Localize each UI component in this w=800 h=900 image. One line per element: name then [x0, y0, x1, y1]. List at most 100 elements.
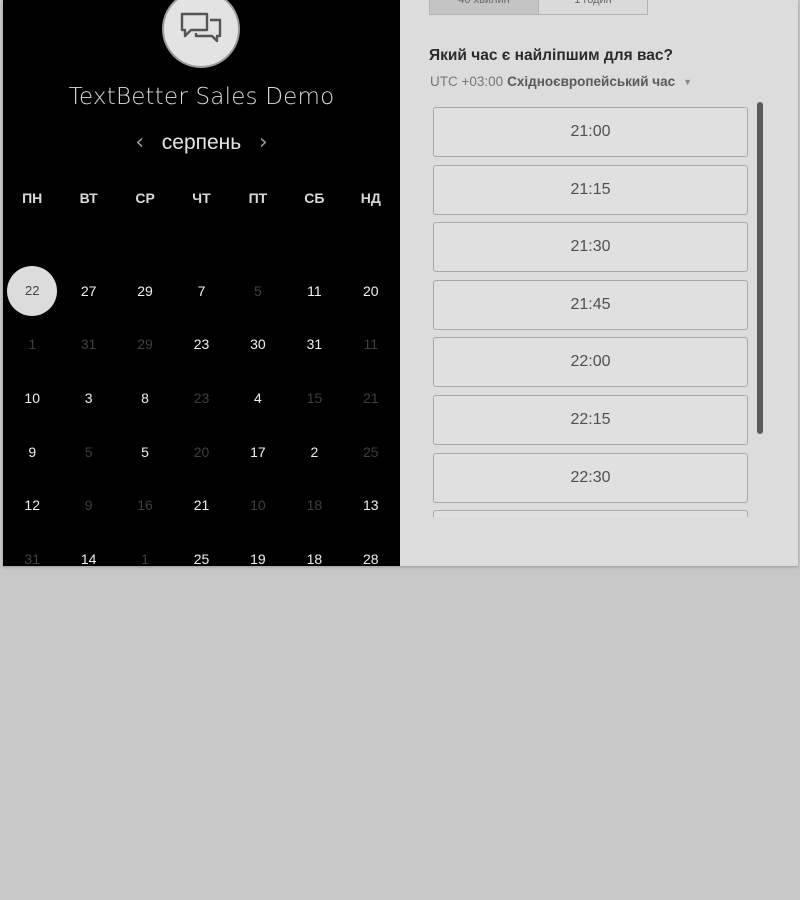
chevron-left-icon[interactable]: ‹: [132, 128, 148, 158]
calendar-day: 1: [117, 532, 173, 566]
calendar-day[interactable]: 20: [343, 264, 399, 318]
time-slot-scrollbar[interactable]: [757, 102, 763, 434]
timezone-selector[interactable]: UTC +03:00 Східноєвропейський час ▼: [430, 74, 692, 89]
time-slot[interactable]: 21:15: [433, 164, 748, 215]
calendar-day-label: 21: [362, 389, 379, 406]
chat-bubbles-icon: [180, 12, 222, 43]
calendar-day-label: 1: [28, 336, 37, 353]
calendar-day[interactable]: 23: [173, 318, 229, 372]
calendar-day: 16: [117, 478, 173, 532]
event-title: TextBetter Sales Demo: [68, 84, 335, 110]
calendar-day[interactable]: 30: [230, 318, 286, 372]
timezone-name: Східноєвропейський час: [507, 74, 676, 89]
calendar-day[interactable]: 8: [117, 371, 173, 425]
duration-tabs: 40 хвилин 1 годин: [429, 0, 648, 15]
calendar-day: 18: [286, 478, 342, 532]
calendar-day-label: 13: [362, 497, 379, 514]
calendar-day[interactable]: 4: [230, 371, 286, 425]
calendar-day-label: 25: [193, 550, 210, 566]
calendar-day-label: 18: [306, 497, 323, 514]
calendar-day-label: 3: [84, 389, 93, 406]
calendar-day-label: 22: [7, 265, 58, 316]
calendar-day-label: 1: [141, 550, 149, 566]
time-slot[interactable]: 22:00: [433, 337, 748, 388]
time-panel: 40 хвилин 1 годин Який час є найліпшим д…: [400, 0, 798, 566]
calendar-day: 21: [343, 371, 399, 425]
timezone-offset: UTC +03:00: [430, 74, 504, 89]
calendar-day[interactable]: 12: [4, 478, 60, 532]
calendar-day: 29: [117, 318, 173, 372]
calendar-day-label: 19: [250, 550, 266, 566]
weekday-label: ЧТ: [192, 190, 211, 206]
calendar-day[interactable]: 10: [4, 371, 60, 425]
calendar-day-label: 10: [24, 389, 40, 406]
calendar-day-label: 4: [254, 389, 262, 406]
calendar-day-label: 9: [84, 497, 93, 514]
calendar-day-label: 16: [137, 497, 153, 514]
calendar-day[interactable]: 31: [286, 318, 342, 372]
calendar-day[interactable]: 13: [343, 478, 399, 532]
calendar-day-label: 29: [137, 336, 153, 353]
calendar-day[interactable]: 14: [60, 532, 116, 566]
calendar-day-label: 11: [307, 282, 322, 299]
calendar-day: 25: [343, 425, 399, 479]
weekday-header: ПН ВТ СР ЧТ ПТ СБ НД: [3, 188, 400, 208]
calendar-day[interactable]: 2: [286, 425, 342, 479]
calendar-day-label: 10: [250, 497, 266, 514]
calendar-day-label: 20: [362, 282, 379, 299]
time-slot[interactable]: 21:00: [433, 107, 748, 157]
calendar-day: 5: [230, 264, 286, 318]
time-slot[interactable]: 21:45: [433, 279, 748, 330]
calendar-day-label: 7: [197, 282, 206, 299]
calendar-day: 1: [4, 318, 60, 372]
time-slot[interactable]: [433, 510, 748, 517]
weekday-label: ПТ: [248, 190, 268, 206]
duration-tab-1hour[interactable]: 1 годин: [539, 0, 648, 15]
calendar-day-label: 9: [28, 443, 37, 460]
chevron-right-icon[interactable]: ›: [255, 128, 271, 158]
calendar-panel: TextBetter Sales Demo ‹ серпень › ПН ВТ …: [3, 0, 400, 566]
calendar-day-label: 5: [84, 443, 93, 460]
booking-widget: TextBetter Sales Demo ‹ серпень › ПН ВТ …: [3, 0, 798, 566]
calendar-day-selected[interactable]: 22: [4, 264, 60, 318]
calendar-day[interactable]: 28: [343, 532, 399, 566]
calendar-day[interactable]: 17: [230, 425, 286, 479]
calendar-day: 20: [173, 425, 229, 479]
calendar-day[interactable]: 11: [286, 264, 342, 318]
calendar-day[interactable]: 21: [173, 478, 229, 532]
calendar-day[interactable]: 25: [173, 532, 229, 566]
calendar-day-label: 31: [24, 550, 40, 566]
calendar-day[interactable]: 7: [173, 264, 229, 318]
calendar-day[interactable]: 19: [230, 532, 286, 566]
calendar-day[interactable]: 18: [286, 532, 342, 566]
weekday-label: ПН: [22, 190, 43, 206]
calendar-day[interactable]: 5: [117, 425, 173, 479]
calendar-day-label: 31: [80, 336, 97, 353]
weekday-label: СБ: [304, 190, 325, 206]
duration-tab-40min[interactable]: 40 хвилин: [429, 0, 539, 15]
calendar-day-label: 14: [80, 550, 97, 566]
calendar-day-label: 23: [193, 389, 210, 406]
time-slot[interactable]: 22:30: [433, 452, 748, 503]
calendar-day-label: 8: [141, 389, 149, 406]
calendar-day-label: 15: [306, 389, 323, 406]
calendar-day[interactable]: 29: [117, 264, 173, 318]
weekday-label: ВТ: [79, 190, 98, 206]
time-slot[interactable]: 22:15: [433, 394, 748, 445]
calendar-day-label: 23: [193, 336, 210, 353]
weekday-label: НД: [360, 190, 381, 206]
calendar-day: 9: [60, 478, 116, 532]
calendar-day: 5: [60, 425, 116, 479]
calendar-day-label: 2: [310, 443, 319, 460]
calendar-day: 15: [286, 371, 342, 425]
time-slot[interactable]: 21:30: [433, 222, 748, 273]
calendar-day-label: 31: [306, 336, 323, 353]
calendar-day-label: 30: [250, 336, 266, 353]
calendar-day-label: 5: [141, 443, 149, 460]
calendar-day[interactable]: 9: [4, 425, 60, 479]
time-slot-list: 21:00 21:15 21:30 21:45 22:00 22:15 22:3…: [433, 107, 748, 517]
month-label: серпень: [161, 131, 242, 154]
calendar-day[interactable]: 3: [60, 371, 116, 425]
calendar-day[interactable]: 27: [60, 264, 116, 318]
weekday-label: СР: [135, 190, 155, 206]
